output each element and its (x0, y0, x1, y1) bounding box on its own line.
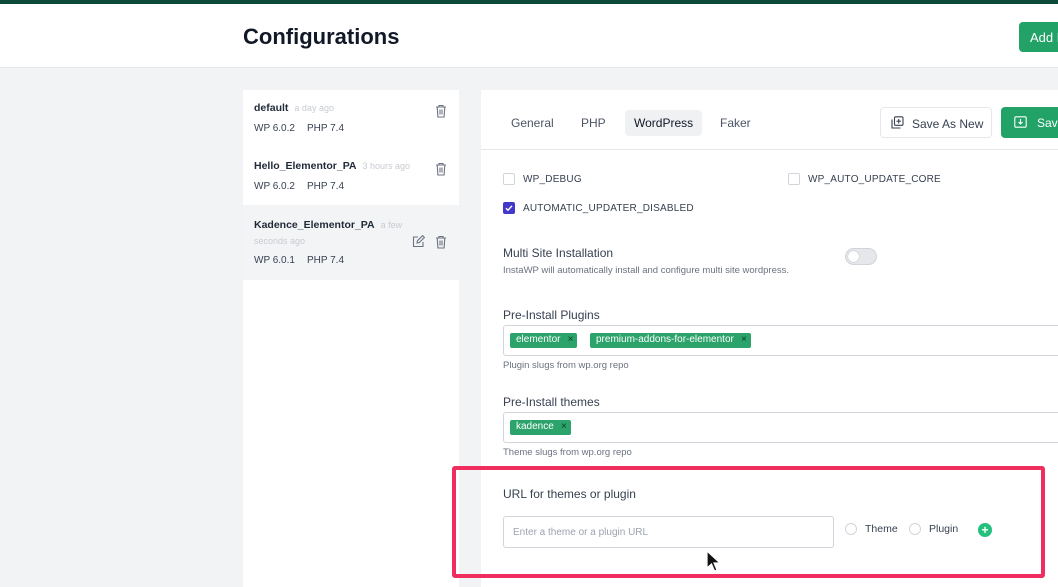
page-title: Configurations (243, 24, 400, 49)
multisite-title: Multi Site Installation (503, 246, 614, 260)
save-label: Save (1037, 116, 1058, 130)
add-new-button[interactable]: Add New (1019, 22, 1058, 52)
config-item-kadence-elementor[interactable]: Kadence_Elementor_PA a few seconds ago WP… (243, 205, 459, 280)
themes-help: Theme slugs from wp.org repo (503, 447, 632, 458)
config-versions: WP 6.0.2 PHP 7.4 (254, 123, 448, 134)
copy-icon (891, 116, 904, 129)
wp-version: WP 6.0.2 (254, 123, 295, 134)
checkbox-box[interactable] (503, 173, 515, 185)
highlight-annotation-box (452, 466, 1045, 578)
checkbox-label: WP_AUTO_UPDATE_CORE (808, 174, 941, 185)
config-time: 3 hours ago (362, 161, 411, 171)
config-item-hello-elementor[interactable]: Hello_Elementor_PA 3 hours ago WP 6.0.2 PH… (243, 148, 459, 205)
remove-tag-icon[interactable]: × (561, 421, 567, 432)
plugins-tag-input[interactable]: elementor × premium-addons-for-elementor × (503, 325, 1058, 356)
save-as-new-label: Save As New (912, 117, 984, 131)
tab-wordpress[interactable]: WordPress (625, 110, 703, 136)
checkmark-icon (505, 205, 513, 212)
config-name: default a day ago (254, 102, 334, 114)
php-version: PHP 7.4 (306, 181, 345, 192)
wp-version: WP 6.0.1 (254, 255, 295, 266)
remove-tag-icon[interactable]: × (568, 334, 574, 345)
multisite-toggle[interactable] (845, 248, 877, 265)
toggle-knob (848, 251, 859, 262)
config-versions: WP 6.0.1 PHP 7.4 (254, 255, 448, 266)
trash-icon[interactable] (435, 104, 447, 118)
php-version: PHP 7.4 (306, 255, 345, 266)
save-button[interactable]: Save (1001, 107, 1058, 138)
tab-general[interactable]: General (502, 110, 563, 136)
edit-icon[interactable] (412, 235, 425, 248)
checkbox-box[interactable] (788, 173, 800, 185)
save-as-new-button[interactable]: Save As New (880, 107, 992, 138)
checkbox-label: WP_DEBUG (523, 174, 582, 185)
themes-title: Pre-Install themes (503, 395, 600, 409)
tabs-bar: General PHP WordPress Faker Save As New … (481, 90, 1058, 150)
multisite-description: InstaWP will automatically install and c… (503, 265, 789, 276)
tab-faker[interactable]: Faker (711, 110, 760, 136)
mouse-cursor-icon (706, 550, 722, 572)
configuration-list: default a day ago WP 6.0.2 PHP 7.4 Hello_E… (243, 90, 459, 587)
config-versions: WP 6.0.2 PHP 7.4 (254, 181, 448, 192)
save-icon (1014, 116, 1027, 128)
trash-icon[interactable] (435, 162, 447, 176)
remove-tag-icon[interactable]: × (741, 334, 747, 345)
php-version: PHP 7.4 (306, 123, 345, 134)
config-item-default[interactable]: default a day ago WP 6.0.2 PHP 7.4 (243, 90, 459, 148)
config-name: Hello_Elementor_PA 3 hours ago (254, 160, 411, 172)
theme-tag: kadence × (510, 420, 571, 435)
plugins-title: Pre-Install Plugins (503, 308, 600, 322)
page-header: Configurations Add New (0, 4, 1058, 68)
plugins-help: Plugin slugs from wp.org repo (503, 360, 629, 371)
plugin-tag: premium-addons-for-elementor × (590, 333, 751, 348)
wp-version: WP 6.0.2 (254, 181, 295, 192)
trash-icon[interactable] (435, 235, 447, 249)
config-time: a day ago (294, 103, 334, 113)
config-name: Kadence_Elementor_PA a few seconds ago (254, 219, 403, 246)
plugin-tag: elementor × (510, 333, 578, 348)
checkbox-label: AUTOMATIC_UPDATER_DISABLED (523, 203, 694, 214)
tab-php[interactable]: PHP (572, 110, 615, 136)
themes-tag-input[interactable]: kadence × (503, 412, 1058, 443)
checkbox-box[interactable] (503, 202, 515, 214)
